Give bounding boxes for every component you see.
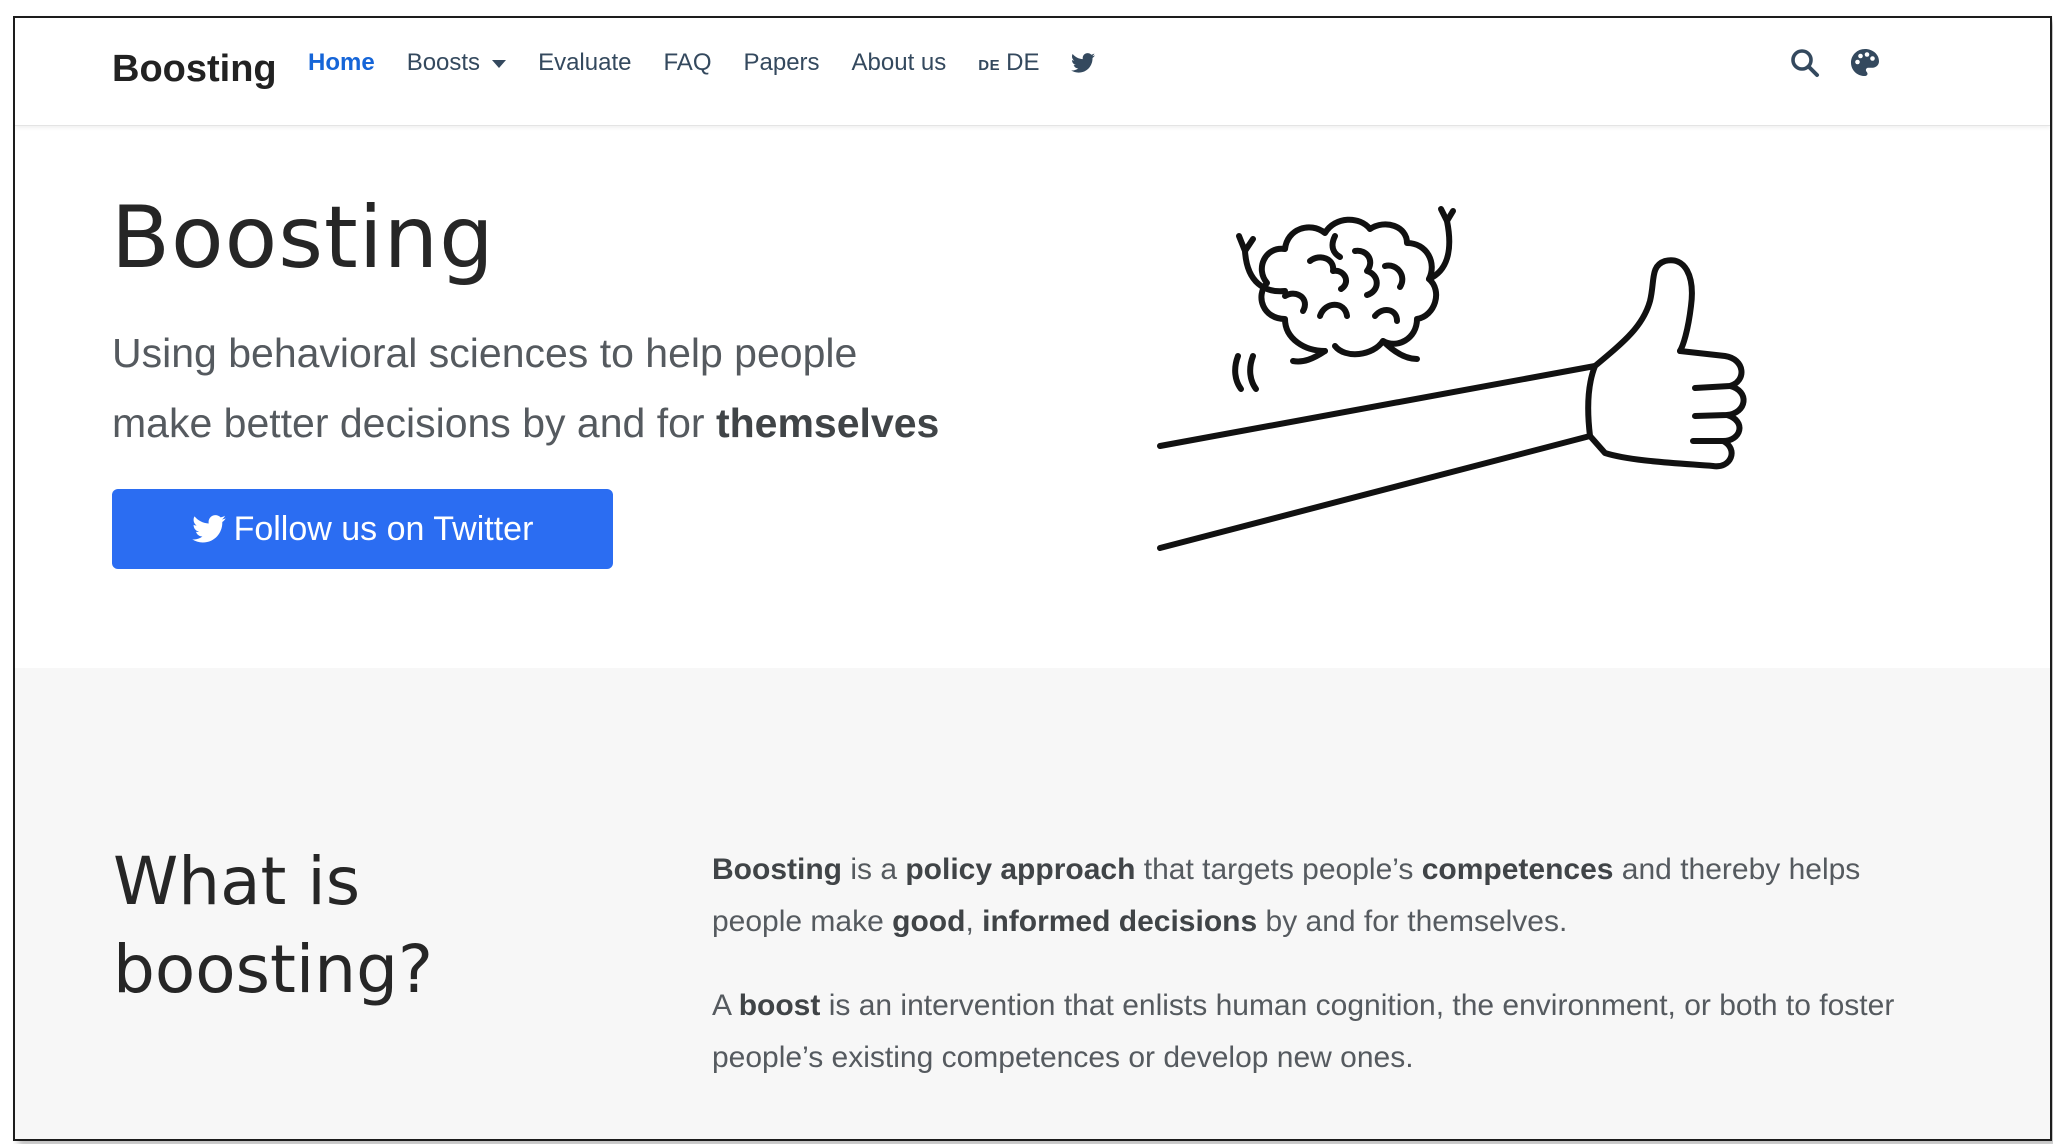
nav-item-label: Boosts <box>406 49 481 76</box>
nav-item-label: FAQ <box>663 49 712 76</box>
chevron-down-icon <box>492 60 507 68</box>
search-icon[interactable] <box>1790 48 1820 78</box>
nav-item-evaluate[interactable]: Evaluate <box>538 49 631 77</box>
section-title-line2: boosting? <box>113 931 434 1008</box>
bold-text: good <box>892 905 966 938</box>
bold-text: boost <box>738 989 821 1022</box>
nav-item-twitter[interactable] <box>1071 53 1096 73</box>
twitter-icon <box>1071 53 1096 73</box>
twitter-icon <box>191 515 226 543</box>
hero-section: Boosting Using behavioral sciences to he… <box>15 126 2050 666</box>
hero-subtitle-emphasis: themselves <box>715 400 940 446</box>
text: is a <box>841 853 906 886</box>
nav-item-label: Home <box>308 49 375 76</box>
language-flag-icon: DE <box>978 56 1001 74</box>
hero-subtitle-line1: Using behavioral sciences to help people <box>112 330 858 376</box>
nav-menu: Home Boosts Evaluate FAQ Papers About us… <box>308 49 1127 77</box>
brand-logo[interactable]: Boosting <box>112 48 277 91</box>
brain-thumbs-up-illustration <box>1157 206 1747 551</box>
what-is-boosting-section: What is boosting? Boosting is a policy a… <box>15 668 2050 1139</box>
nav-item-label: Evaluate <box>538 49 632 76</box>
text: by and for themselves. <box>1257 905 1568 938</box>
text: A <box>712 989 739 1022</box>
follow-twitter-label: Follow us on Twitter <box>233 509 534 548</box>
browser-frame: Boosting Home Boosts Evaluate FAQ Papers… <box>13 16 2052 1141</box>
bold-text: Boosting <box>712 853 842 886</box>
hero-subtitle: Using behavioral sciences to help people… <box>112 318 1012 458</box>
definition-paragraph-1: Boosting is a policy approach that targe… <box>712 844 1912 948</box>
text: , <box>965 905 983 938</box>
section-body: Boosting is a policy approach that targe… <box>712 844 1912 1116</box>
nav-item-about-us[interactable]: About us <box>852 49 947 77</box>
nav-item-boosts[interactable]: Boosts <box>406 49 507 77</box>
section-title: What is boosting? <box>113 838 633 1014</box>
navbar-right <box>1760 48 1880 78</box>
definition-paragraph-2: A boost is an intervention that enlists … <box>712 980 1912 1084</box>
nav-item-home[interactable]: Home <box>308 49 375 77</box>
palette-icon[interactable] <box>1850 48 1880 78</box>
navbar: Boosting Home Boosts Evaluate FAQ Papers… <box>15 18 2050 126</box>
nav-item-label: Papers <box>743 49 820 76</box>
bold-text: competences <box>1421 853 1614 886</box>
language-switch[interactable]: DE DE <box>978 49 1039 77</box>
bold-text: policy approach <box>905 853 1136 886</box>
nav-item-faq[interactable]: FAQ <box>663 49 711 77</box>
hero-subtitle-line2: make better decisions by and for <box>112 400 716 446</box>
hero-title: Boosting <box>111 188 495 288</box>
follow-twitter-button[interactable]: Follow us on Twitter <box>112 489 613 569</box>
text: is an intervention that enlists human co… <box>712 989 1895 1074</box>
section-title-line1: What is <box>113 843 361 920</box>
language-label: DE <box>1006 49 1040 76</box>
bold-text: informed decisions <box>982 905 1258 938</box>
nav-item-papers[interactable]: Papers <box>743 49 819 77</box>
nav-item-label: About us <box>851 49 947 76</box>
text: that targets people’s <box>1135 853 1422 886</box>
